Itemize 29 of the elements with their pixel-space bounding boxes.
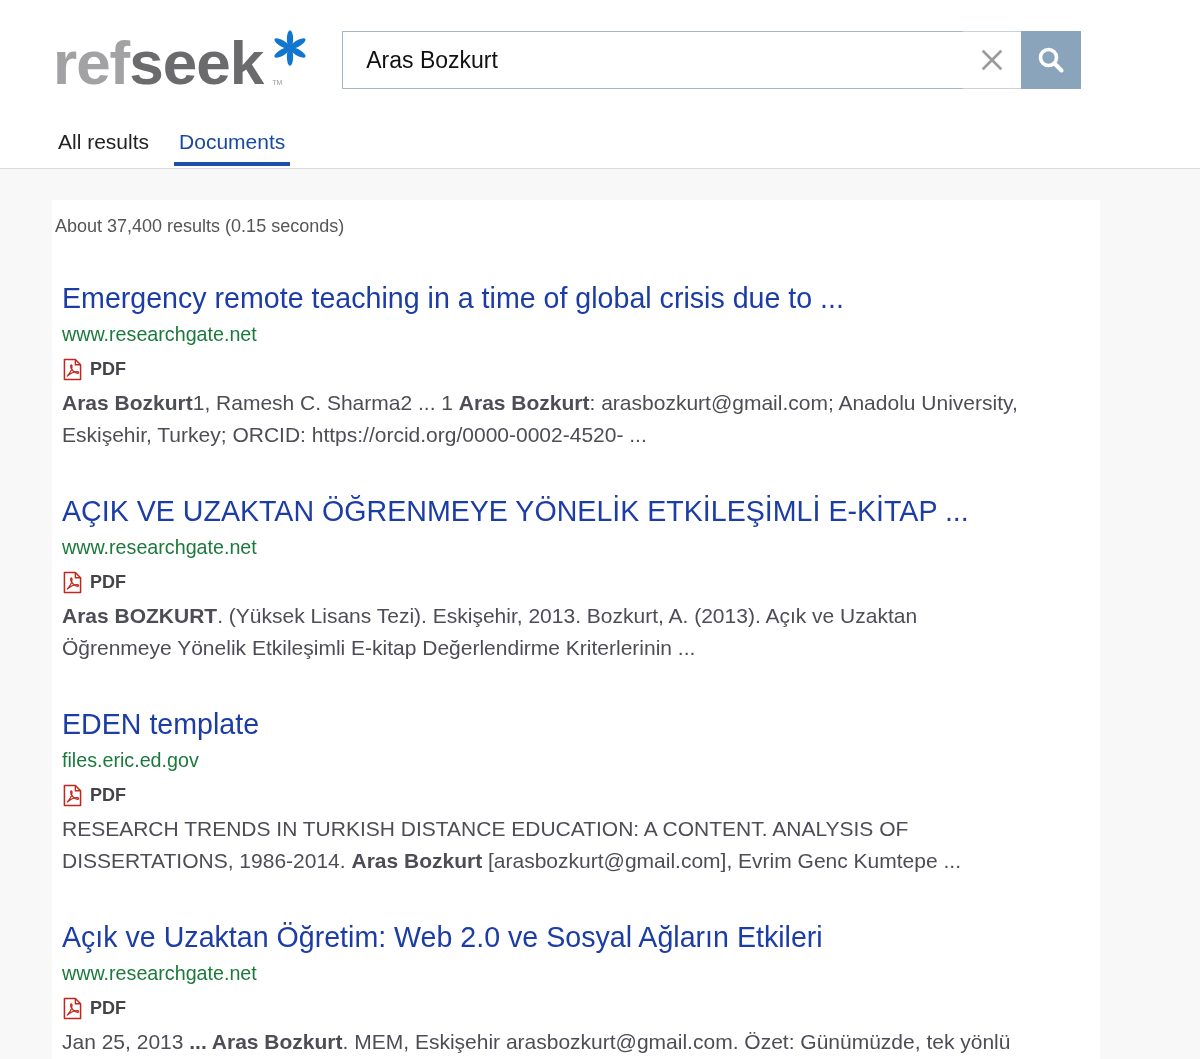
result-title-link[interactable]: Açık ve Uzaktan Öğretim: Web 2.0 ve Sosyal Ağların Etkileri	[62, 919, 823, 955]
pdf-file-icon	[63, 357, 82, 381]
pdf-file-icon	[63, 570, 82, 594]
pdf-file-icon	[63, 783, 82, 807]
result-url: www.researchgate.net	[62, 322, 257, 347]
result-stats: About 37,400 results (0.15 seconds)	[55, 215, 345, 238]
logo-wordmark[interactable]: refseek	[53, 32, 264, 94]
result-url: files.eric.ed.gov	[62, 748, 199, 773]
pdf-file-icon	[63, 996, 82, 1020]
clear-button[interactable]	[963, 31, 1022, 89]
search-button[interactable]	[1021, 31, 1082, 89]
file-type-label: PDF	[90, 783, 126, 807]
result-snippet: Aras BOZKURT. (Yüksek Lisans Tezi). Eskişehir, 2013. Bozkurt, A. (2013). Açık ve Uzaktan Öğrenmeye Yönelik Etkileşimli E-kitap Değerlendirme Kriterlerinin ...	[62, 603, 918, 661]
file-type-label: PDF	[90, 357, 126, 381]
close-icon	[982, 50, 1003, 70]
result-snippet: RESEARCH TRENDS IN TURKISH DISTANCE EDUCATION: A CONTENT. ANALYSIS OF DISSERTATIONS, 1986-2014. Aras Bozkurt [arasbozkurt@gmail.com], Evrim Genc Kumtepe ...	[62, 816, 961, 874]
file-type-label: PDF	[90, 570, 126, 594]
result-snippet: Jan 25, 2013 ... Aras Bozkurt. MEM, Eskişehir arasbozkurt@gmail.com. Özet: Günümüzde, tek yönlü	[62, 1029, 1011, 1055]
search-field[interactable]: Aras Bozkurt	[342, 31, 964, 89]
tab[interactable]: Documents	[174, 130, 291, 166]
result-url: www.researchgate.net	[62, 535, 257, 560]
result-title-link[interactable]: AÇIK VE UZAKTAN ÖĞRENMEYE YÖNELİK ETKİLEŞİMLİ E-KİTAP ...	[62, 493, 969, 529]
result-snippet: Aras Bozkurt1, Ramesh C. Sharma2 ... 1 Aras Bozkurt: arasbozkurt@gmail.com; Anadolu University, Eskişehir, Turkey; ORCID: https://orcid.org/0000-0002-4520- ...	[62, 390, 1018, 448]
result-url: www.researchgate.net	[62, 961, 257, 986]
search-icon	[1038, 47, 1065, 73]
result-title-link[interactable]: Emergency remote teaching in a time of global crisis due to ...	[62, 280, 844, 316]
tab[interactable]: All results	[53, 130, 155, 166]
result-title-link[interactable]: EDEN template	[62, 706, 260, 742]
file-type-label: PDF	[90, 996, 126, 1020]
